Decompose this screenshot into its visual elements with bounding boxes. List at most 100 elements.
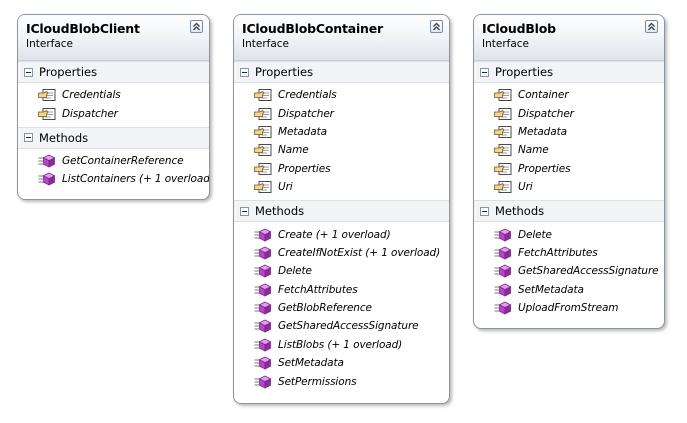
card-header: ICloudBlob Interface — [474, 15, 664, 61]
method-icon — [494, 246, 512, 260]
interface-card-icloudblobcontainer[interactable]: ICloudBlobContainer Interface Properties Cr… — [233, 14, 450, 404]
property-label: Properties — [518, 162, 571, 175]
property-metadata[interactable]: Metadata — [234, 123, 449, 141]
interface-card-icloudblobclient[interactable]: ICloudBlobClient Interface Properties Crede… — [17, 14, 210, 200]
minus-box-icon[interactable] — [480, 67, 489, 77]
property-icon — [494, 107, 512, 121]
section-label: Properties — [39, 65, 98, 79]
method-delete[interactable]: Delete — [234, 262, 449, 280]
section-label: Methods — [39, 130, 89, 145]
property-label: Container — [518, 89, 569, 102]
method-label: Create (+ 1 overload) — [278, 228, 391, 241]
method-label: Delete — [278, 265, 312, 278]
method-icon — [254, 264, 272, 278]
properties-list: Credentials Dispatcher Metadata Name Propert… — [234, 83, 449, 200]
methods-section-header[interactable]: Methods — [474, 200, 664, 223]
property-credentials[interactable]: Credentials — [18, 86, 209, 104]
method-getcontainerreference[interactable]: GetContainerReference — [18, 152, 209, 170]
method-icon — [494, 264, 512, 278]
interface-kind: Interface — [482, 38, 530, 50]
method-delete[interactable]: Delete — [474, 225, 664, 243]
method-label: Delete — [518, 228, 552, 241]
property-label: Uri — [518, 181, 533, 194]
method-label: FetchAttributes — [518, 246, 598, 259]
property-icon — [254, 180, 272, 194]
method-setpermissions[interactable]: SetPermissions — [234, 372, 449, 390]
collapse-icon[interactable] — [645, 20, 658, 33]
minus-box-icon[interactable] — [240, 67, 249, 77]
property-uri[interactable]: Uri — [234, 178, 449, 196]
method-create-1-overload[interactable]: Create (+ 1 overload) — [234, 225, 449, 243]
property-properties[interactable]: Properties — [474, 160, 664, 178]
method-label: GetContainerReference — [62, 154, 184, 167]
property-icon — [494, 125, 512, 139]
method-icon — [254, 356, 272, 370]
method-label: SetMetadata — [278, 357, 344, 370]
interface-title: ICloudBlob — [482, 21, 556, 36]
interface-card-icloudblob[interactable]: ICloudBlob Interface Properties Container Di… — [473, 14, 665, 329]
property-name[interactable]: Name — [234, 141, 449, 159]
method-listcontainers-1-overload[interactable]: ListContainers (+ 1 overload) — [18, 170, 209, 188]
method-setmetadata[interactable]: SetMetadata — [234, 354, 449, 372]
method-listblobs-1-overload[interactable]: ListBlobs (+ 1 overload) — [234, 336, 449, 354]
property-label: Metadata — [518, 125, 567, 138]
property-dispatcher[interactable]: Dispatcher — [18, 104, 209, 122]
card-header: ICloudBlobContainer Interface — [234, 15, 449, 61]
property-label: Dispatcher — [518, 107, 574, 120]
minus-box-icon[interactable] — [480, 206, 489, 216]
method-icon — [38, 172, 56, 187]
method-getsharedaccesssignature[interactable]: GetSharedAccessSignature — [234, 317, 449, 335]
methods-section-header[interactable]: Methods — [234, 200, 449, 223]
methods-list: Delete FetchAttributes GetSharedAccessSign… — [474, 222, 664, 321]
minus-box-icon[interactable] — [240, 206, 249, 216]
property-icon — [494, 162, 512, 176]
method-label: GetSharedAccessSignature — [278, 320, 419, 333]
property-icon — [254, 143, 272, 157]
method-icon — [254, 301, 272, 315]
minus-box-icon[interactable] — [24, 67, 33, 77]
method-fetchattributes[interactable]: FetchAttributes — [474, 244, 664, 262]
section-label: Methods — [255, 204, 305, 219]
minus-box-icon[interactable] — [24, 133, 33, 143]
method-setmetadata[interactable]: SetMetadata — [474, 281, 664, 299]
properties-section-header[interactable]: Properties — [18, 61, 209, 83]
collapse-icon[interactable] — [430, 20, 443, 33]
method-getblobreference[interactable]: GetBlobReference — [234, 299, 449, 317]
method-createifnotexist-1-overload[interactable]: CreateIfNotExist (+ 1 overload) — [234, 244, 449, 262]
property-properties[interactable]: Properties — [234, 160, 449, 178]
section-label: Properties — [495, 65, 554, 79]
property-label: Credentials — [278, 89, 337, 102]
interface-title: ICloudBlobClient — [26, 21, 140, 36]
properties-section-header[interactable]: Properties — [234, 61, 449, 83]
collapse-icon[interactable] — [190, 20, 203, 33]
method-icon — [494, 228, 512, 242]
method-icon — [38, 154, 56, 168]
property-icon — [494, 88, 512, 102]
interface-kind: Interface — [242, 38, 290, 50]
property-label: Dispatcher — [62, 107, 118, 120]
method-fetchattributes[interactable]: FetchAttributes — [234, 281, 449, 299]
property-label: Properties — [278, 162, 331, 175]
methods-list: GetContainerReference ListContainers (+ 1… — [18, 149, 209, 193]
method-icon — [494, 301, 512, 315]
properties-section-header[interactable]: Properties — [474, 61, 664, 83]
property-icon — [494, 180, 512, 194]
property-name[interactable]: Name — [474, 141, 664, 159]
method-icon — [254, 375, 272, 389]
methods-section-header[interactable]: Methods — [18, 126, 209, 149]
property-uri[interactable]: Uri — [474, 178, 664, 196]
method-getsharedaccesssignature[interactable]: GetSharedAccessSignature — [474, 262, 664, 280]
property-dispatcher[interactable]: Dispatcher — [234, 104, 449, 122]
method-icon — [254, 246, 272, 260]
method-label: CreateIfNotExist (+ 1 overload) — [278, 246, 441, 259]
property-container[interactable]: Container — [474, 86, 664, 104]
method-label: ListBlobs (+ 1 overload) — [278, 338, 403, 351]
property-dispatcher[interactable]: Dispatcher — [474, 104, 664, 122]
property-label: Dispatcher — [278, 107, 334, 120]
property-icon — [494, 143, 512, 157]
property-credentials[interactable]: Credentials — [234, 86, 449, 104]
property-label: Uri — [278, 181, 293, 194]
property-metadata[interactable]: Metadata — [474, 123, 664, 141]
property-icon — [38, 88, 56, 102]
method-uploadfromstream[interactable]: UploadFromStream — [474, 299, 664, 317]
